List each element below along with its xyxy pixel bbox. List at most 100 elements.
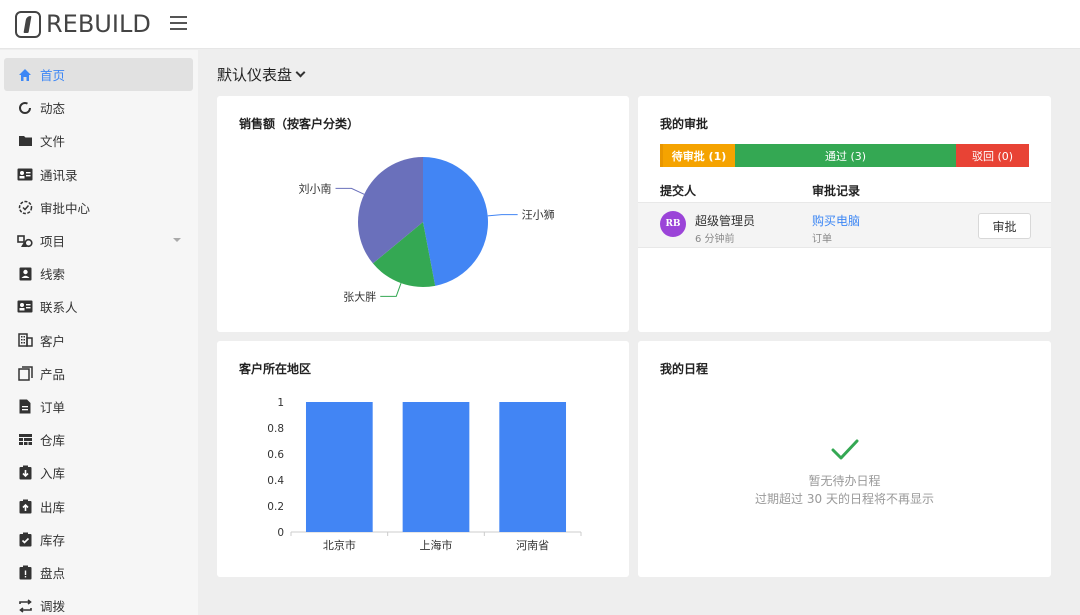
pie-slice[interactable] bbox=[423, 157, 489, 286]
sidebar-item-1[interactable]: 动态 bbox=[4, 91, 193, 124]
sidebar-item-label: 联系人 bbox=[40, 300, 78, 316]
sidebar-item-label: 盘点 bbox=[40, 566, 66, 581]
sidebar-item-label: 仓库 bbox=[40, 433, 66, 449]
x-tick-label: 上海市 bbox=[420, 538, 453, 552]
pending-tab[interactable]: 待审批 (1) bbox=[660, 144, 735, 167]
sidebar-item-12[interactable]: 入库 bbox=[4, 456, 193, 489]
sidebar-item-label: 入库 bbox=[40, 466, 66, 482]
sidebar-item-0[interactable]: 首页 bbox=[4, 58, 193, 91]
dashboard-selector[interactable]: 默认仪表盘 bbox=[217, 64, 306, 85]
pie-label-line bbox=[380, 282, 402, 297]
sidebar-item-7[interactable]: 联系人 bbox=[4, 290, 193, 323]
sidebar-item-label: 首页 bbox=[40, 68, 66, 83]
checkmark-icon bbox=[831, 439, 859, 460]
lead-user-icon bbox=[16, 265, 34, 283]
y-tick-label: 0 bbox=[277, 527, 284, 539]
approval-card: 我的审批 待审批 (1) 通过 (3) 驳回 (0) 提交人 审批记录 RB 超… bbox=[638, 96, 1051, 332]
table-row: RB 超级管理员 6 分钟前 购买电脑 订单 审批 bbox=[638, 202, 1051, 248]
pie-label-line bbox=[335, 187, 365, 195]
y-tick-label: 0.2 bbox=[267, 501, 284, 513]
approve-button[interactable]: 审批 bbox=[978, 213, 1031, 239]
sidebar-item-6[interactable]: 线索 bbox=[4, 257, 193, 290]
transfer-arrows-icon bbox=[16, 597, 34, 615]
sales-chart-card: 销售额（按客户分类） 汪小狮 张大胖 刘小南 bbox=[217, 96, 629, 332]
y-tick-label: 0.6 bbox=[267, 449, 284, 461]
document-icon bbox=[16, 398, 34, 416]
y-tick-label: 0.8 bbox=[267, 423, 284, 435]
inventory-check-icon bbox=[16, 530, 34, 548]
product-copy-icon bbox=[16, 364, 34, 382]
sidebar: 首页动态文件通讯录审批中心项目线索联系人客户产品订单仓库入库出库库存盘点调拨 bbox=[0, 50, 198, 615]
stocktake-clipboard-icon bbox=[16, 564, 34, 582]
sidebar-item-label: 客户 bbox=[40, 333, 66, 349]
project-shapes-icon bbox=[16, 232, 34, 250]
sidebar-item-label: 产品 bbox=[40, 366, 66, 382]
bar[interactable] bbox=[305, 402, 373, 532]
page-title: 默认仪表盘 bbox=[217, 66, 293, 84]
x-tick-label: 河南省 bbox=[516, 539, 549, 552]
sidebar-item-9[interactable]: 产品 bbox=[4, 357, 193, 390]
x-tick-label: 北京市 bbox=[323, 538, 356, 552]
sidebar-item-3[interactable]: 通讯录 bbox=[4, 158, 193, 191]
card-title: 我的审批 bbox=[660, 117, 709, 131]
caret-down-icon bbox=[173, 238, 181, 242]
card-title: 我的日程 bbox=[660, 362, 709, 376]
sidebar-item-13[interactable]: 出库 bbox=[4, 490, 193, 523]
pie-label: 张大胖 bbox=[343, 289, 376, 303]
sidebar-item-label: 订单 bbox=[40, 400, 66, 415]
empty-schedule-hint: 过期超过 30 天的日程将不再显示 bbox=[755, 492, 934, 506]
submitter-column-header: 提交人 bbox=[660, 184, 697, 198]
sidebar-item-label: 审批中心 bbox=[40, 200, 91, 216]
region-chart-card: 客户所在地区 0 0.2 0.4 0.6 0.8 1 北京市 上海市 河南省 bbox=[217, 341, 629, 577]
home-icon bbox=[16, 66, 34, 84]
avatar: RB bbox=[660, 211, 686, 237]
activity-ring-icon bbox=[16, 99, 34, 117]
submitter-name: 超级管理员 bbox=[695, 214, 756, 228]
folder-icon bbox=[16, 132, 34, 150]
bar[interactable] bbox=[402, 402, 470, 532]
outbound-clipboard-icon bbox=[16, 497, 34, 515]
chevron-down-icon bbox=[295, 67, 306, 78]
submit-time: 6 分钟前 bbox=[695, 234, 735, 245]
sidebar-item-11[interactable]: 仓库 bbox=[4, 423, 193, 456]
empty-schedule-title: 暂无待办日程 bbox=[808, 474, 881, 488]
logo[interactable]: REBUILD bbox=[15, 10, 151, 38]
sidebar-item-label: 库存 bbox=[40, 532, 66, 548]
logo-text: REBUILD bbox=[46, 10, 151, 38]
sidebar-item-2[interactable]: 文件 bbox=[4, 124, 193, 157]
sidebar-item-15[interactable]: 盘点 bbox=[4, 556, 193, 589]
sidebar-item-16[interactable]: 调拨 bbox=[4, 589, 193, 615]
sidebar-item-4[interactable]: 审批中心 bbox=[4, 191, 193, 224]
sales-pie-chart: 汪小狮张大胖 刘小南 bbox=[299, 157, 555, 303]
y-tick-label: 0.4 bbox=[267, 475, 284, 487]
bar[interactable] bbox=[499, 402, 567, 532]
passed-tab[interactable]: 通过 (3) bbox=[735, 144, 956, 167]
sidebar-item-8[interactable]: 客户 bbox=[4, 324, 193, 357]
sidebar-item-label: 调拨 bbox=[40, 599, 66, 615]
sidebar-item-14[interactable]: 库存 bbox=[4, 523, 193, 556]
record-link[interactable]: 购买电脑 bbox=[812, 212, 860, 229]
region-bar-chart: 0 0.2 0.4 0.6 0.8 1 北京市 上海市 河南省 bbox=[267, 397, 582, 552]
sidebar-item-label: 出库 bbox=[40, 499, 66, 515]
pie-label: 刘小南 bbox=[299, 182, 332, 195]
top-header: REBUILD bbox=[0, 0, 1080, 49]
approval-clock-icon bbox=[16, 198, 34, 216]
pie-label-line bbox=[487, 214, 518, 217]
y-tick-label: 1 bbox=[277, 397, 284, 409]
sidebar-item-label: 线索 bbox=[40, 267, 66, 283]
contact-card-icon bbox=[16, 165, 34, 183]
sidebar-item-10[interactable]: 订单 bbox=[4, 390, 193, 423]
record-type: 订单 bbox=[812, 234, 832, 245]
logo-mark-icon bbox=[15, 10, 41, 38]
sidebar-item-label: 文件 bbox=[40, 134, 66, 150]
rejected-tab[interactable]: 驳回 (0) bbox=[956, 144, 1029, 167]
sidebar-item-label: 通讯录 bbox=[40, 167, 78, 183]
record-column-header: 审批记录 bbox=[812, 184, 861, 198]
contacts-card-icon bbox=[16, 298, 34, 316]
approval-status-bar: 待审批 (1) 通过 (3) 驳回 (0) bbox=[660, 144, 1029, 167]
pie-label: 汪小狮 bbox=[522, 209, 555, 222]
hamburger-menu-icon[interactable] bbox=[170, 16, 187, 30]
sidebar-item-5[interactable]: 项目 bbox=[4, 224, 193, 257]
sidebar-item-label: 项目 bbox=[40, 234, 66, 249]
schedule-card: 我的日程 暂无待办日程 过期超过 30 天的日程将不再显示 bbox=[638, 341, 1051, 577]
